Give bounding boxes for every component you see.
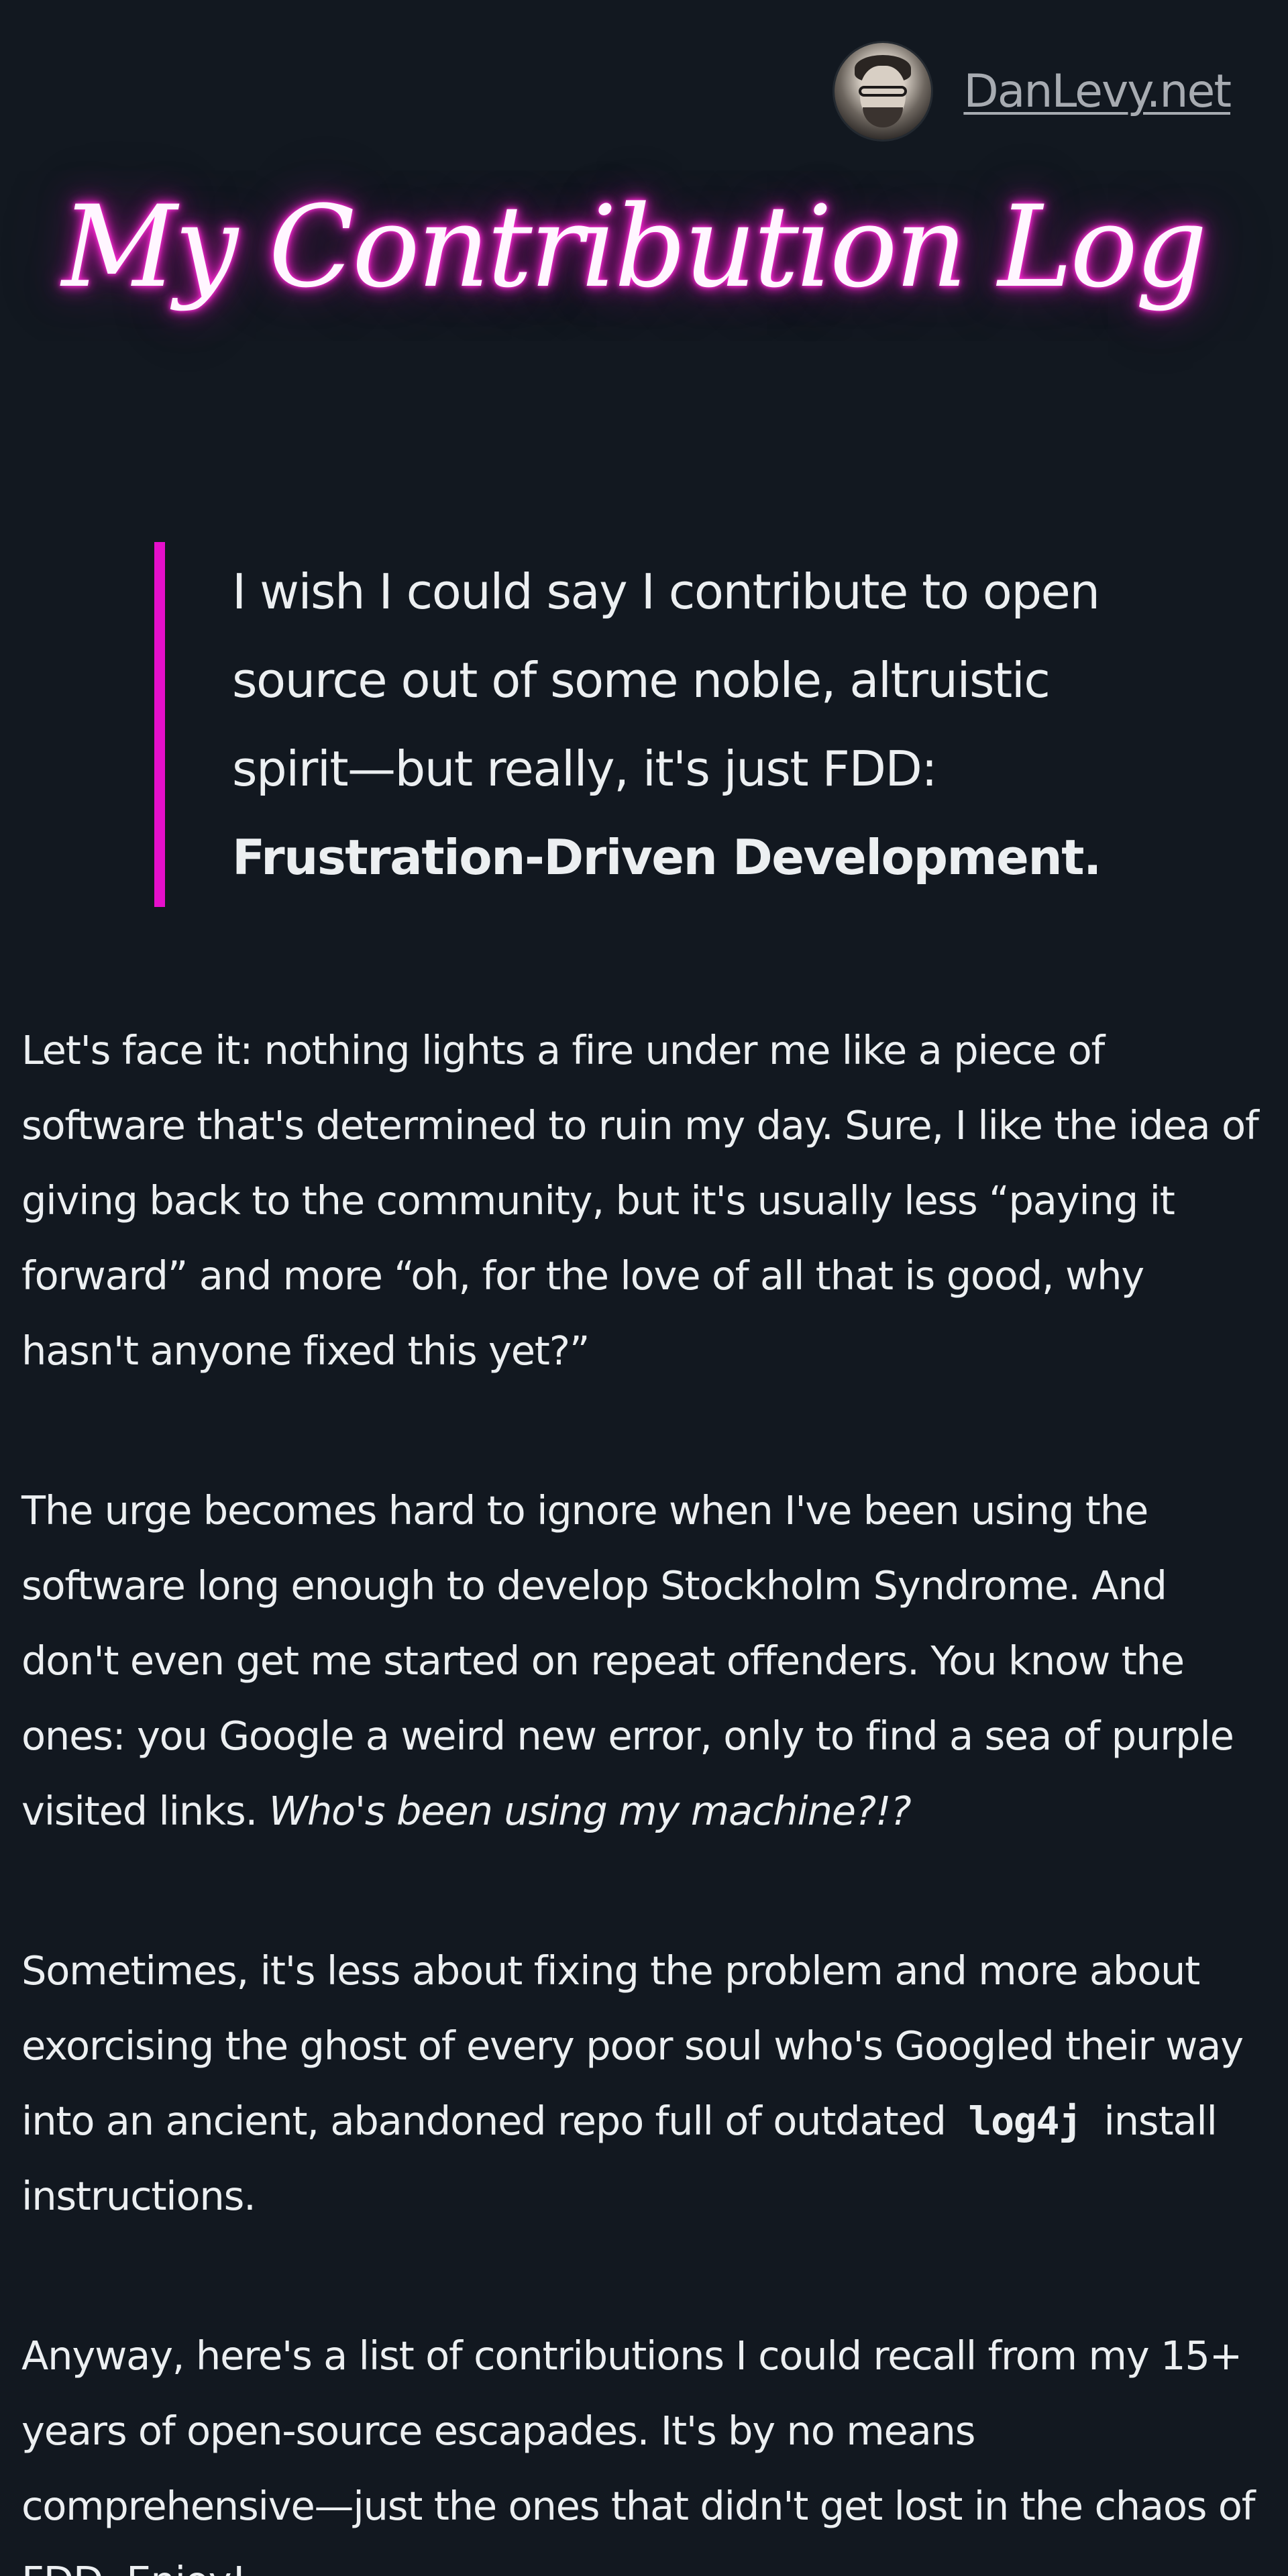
avatar-icon[interactable] xyxy=(835,43,932,140)
paragraph-3: Sometimes, it's less about fixing the pr… xyxy=(21,1933,1267,2234)
avatar-beard xyxy=(863,107,904,127)
site-home-link[interactable]: DanLevy.net xyxy=(963,65,1232,118)
avatar-glasses xyxy=(859,86,908,97)
site-header: DanLevy.net xyxy=(835,43,1232,140)
inline-code: log4j xyxy=(968,2098,1082,2144)
page-title: My Contribution Log xyxy=(62,181,1208,313)
intro-quote: I wish I could say I contribute to open … xyxy=(154,542,1161,907)
article-body: Let's face it: nothing lights a fire und… xyxy=(21,1013,1267,2576)
paragraph-4: Anyway, here's a list of contributions I… xyxy=(21,2332,1256,2576)
paragraph-1: Let's face it: nothing lights a fire und… xyxy=(21,1027,1259,1374)
paragraph-2: The urge becomes hard to ignore when I'v… xyxy=(21,1473,1267,1849)
quote-text: I wish I could say I contribute to open … xyxy=(232,564,1100,797)
paragraph-2-emphasis: Who's been using my machine?!? xyxy=(268,1788,912,1834)
paragraph-2-text: The urge becomes hard to ignore when I'v… xyxy=(21,1487,1234,1834)
quote-emphasis: Frustration-Driven Development. xyxy=(232,829,1102,885)
